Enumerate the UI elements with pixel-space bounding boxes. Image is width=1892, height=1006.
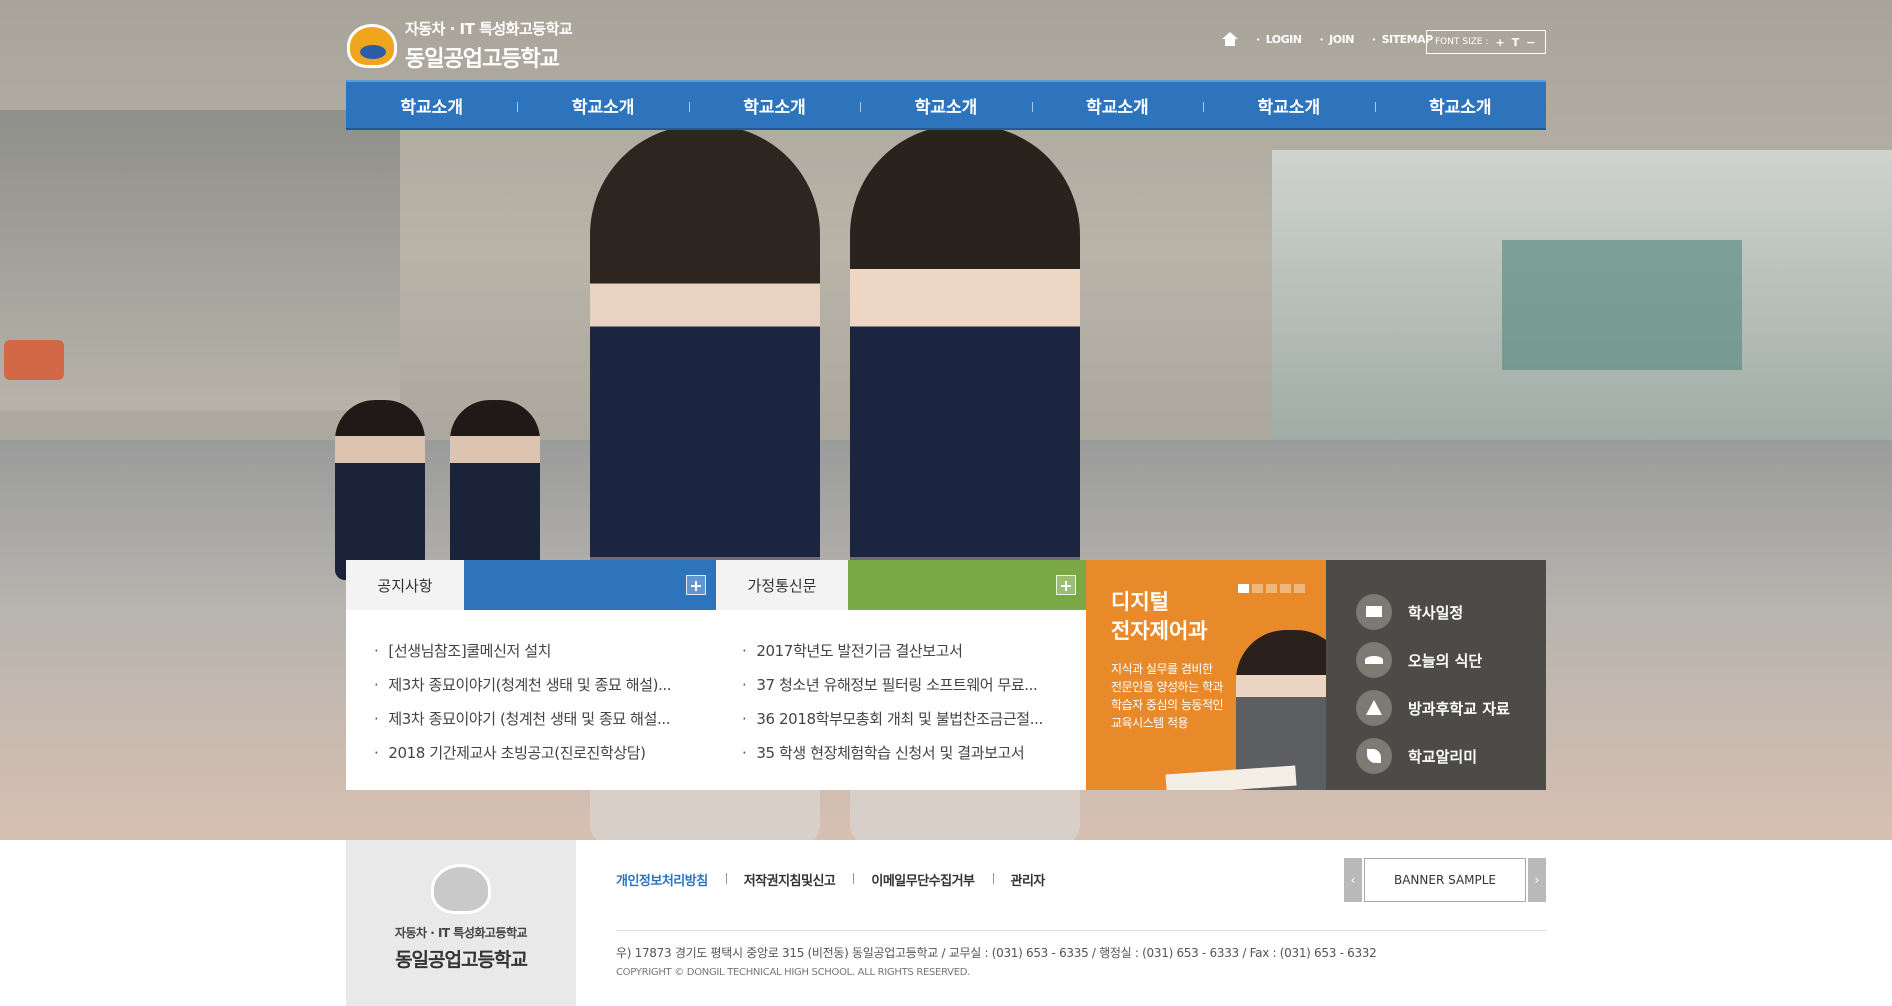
slide-indicator (1238, 584, 1305, 593)
site-logo[interactable]: 자동차 · IT 특성화고등학교 동일공업고등학교 (347, 18, 573, 73)
nav-item-6[interactable]: 학교소개 (1203, 82, 1374, 128)
footer-copyright: COPYRIGHT © DONGIL TECHNICAL HIGH SCHOOL… (616, 967, 971, 978)
logo-title: 동일공업고등학교 (405, 47, 560, 72)
footer-logo: 자동차 · IT 특성화고등학교 동일공업고등학교 (346, 840, 576, 1006)
promo-description: 지식과 실무를 겸비한 전문인을 양성하는 학과 학습자 중심의 능동적인 교육… (1111, 662, 1224, 730)
newsletter-more-plus-icon[interactable] (1056, 575, 1076, 595)
footer-address: 우) 17873 경기도 평택시 중앙로 315 (비전동) 동일공업고등학교 … (616, 946, 1377, 960)
background-student-2 (450, 400, 540, 580)
footer-links: 개인정보처리방침 저작권지침및신고 이메일무단수집거부 관리자 (616, 870, 1063, 889)
nav-item-2[interactable]: 학교소개 (517, 82, 688, 128)
join-link[interactable]: JOIN (1319, 33, 1354, 46)
newsletter-list: 2017학년도 발전기금 결산보고서 37 청소년 유해정보 필터링 소프트웨어… (742, 640, 1082, 776)
slide-dot[interactable] (1280, 584, 1291, 593)
school-emblem-icon (347, 23, 397, 68)
traffic-light (4, 340, 64, 380)
banner-next-button[interactable]: › (1528, 858, 1546, 902)
quick-link-label: 방과후학교 자료 (1408, 699, 1510, 718)
newsletter-tab-bar (848, 560, 1086, 610)
banner-prev-button[interactable]: ‹ (1344, 858, 1362, 902)
department-promo-banner[interactable]: 디지털 전자제어과 지식과 실무를 겸비한 전문인을 양성하는 학과 학습자 중… (1086, 560, 1326, 790)
background-glass-panel (1502, 240, 1742, 370)
slide-dot[interactable] (1266, 584, 1277, 593)
quick-link-academic-calendar[interactable]: 학사일정 (1326, 588, 1546, 636)
nav-item-3[interactable]: 학교소개 (688, 82, 860, 128)
admin-link[interactable]: 관리자 (992, 870, 1063, 889)
book-image (1165, 765, 1297, 790)
calendar-icon (1356, 594, 1392, 630)
nav-item-1[interactable]: 학교소개 (346, 82, 517, 128)
quick-link-school-info[interactable]: 학교알리미 (1326, 732, 1546, 780)
copyright-policy-link[interactable]: 저작권지침및신고 (725, 870, 854, 889)
list-item[interactable]: 35 학생 현장체험학습 신청서 및 결과보고서 (742, 742, 1082, 776)
logo-subtitle: 자동차 · IT 특성화고등학교 (405, 20, 573, 38)
notice-tab-bar (464, 560, 716, 610)
list-item[interactable]: [선생님참조]쿨메신저 설치 (374, 640, 694, 674)
list-item[interactable]: 37 청소년 유해정보 필터링 소프트웨어 무료... (742, 674, 1082, 708)
board-panel: 공지사항 가정통신문 [선생님참조]쿨메신저 설치 제3차 종묘이야기(청계천 … (346, 560, 1086, 790)
sitemap-link[interactable]: SITEMAP (1372, 33, 1434, 46)
tab-newsletter[interactable]: 가정통신문 (716, 560, 848, 610)
nav-item-7[interactable]: 학교소개 (1374, 82, 1546, 128)
nav-item-5[interactable]: 학교소개 (1031, 82, 1203, 128)
list-item[interactable]: 제3차 종묘이야기 (청계천 생태 및 종묘 해설... (374, 708, 694, 742)
home-icon[interactable] (1222, 32, 1238, 46)
slide-dot[interactable] (1238, 584, 1249, 593)
tab-notice[interactable]: 공지사항 (346, 560, 464, 610)
quick-link-meal[interactable]: 오늘의 식단 (1326, 636, 1546, 684)
login-link[interactable]: LOGIN (1256, 33, 1302, 46)
notice-list: [선생님참조]쿨메신저 설치 제3차 종묘이야기(청계천 생태 및 종묘 해설)… (374, 640, 694, 776)
slide-dot[interactable] (1252, 584, 1263, 593)
site-footer: 자동차 · IT 특성화고등학교 동일공업고등학교 개인정보처리방침 저작권지침… (0, 840, 1892, 1006)
flask-icon (1356, 690, 1392, 726)
font-decrease-button[interactable]: − (1526, 36, 1535, 49)
footer-logo-title: 동일공업고등학교 (395, 949, 528, 971)
footer-logo-subtitle: 자동차 · IT 특성화고등학교 (394, 926, 528, 940)
slide-dot[interactable] (1294, 584, 1305, 593)
leaf-icon (1356, 738, 1392, 774)
font-size-control: FONT SIZE : + T − (1426, 30, 1546, 54)
banner-item[interactable]: BANNER SAMPLE (1364, 858, 1526, 902)
font-size-label: FONT SIZE : (1435, 37, 1489, 47)
footer-emblem-icon (431, 864, 491, 914)
list-item[interactable]: 2018 기간제교사 초빙공고(진로진학상담) (374, 742, 694, 776)
banner-carousel: ‹ BANNER SAMPLE › (1344, 858, 1546, 904)
background-student-1 (335, 400, 425, 580)
promo-title: 디지털 전자제어과 (1111, 590, 1208, 643)
main-navigation: 학교소개 학교소개 학교소개 학교소개 학교소개 학교소개 학교소개 (346, 80, 1546, 130)
utility-menu: LOGIN JOIN SITEMAP (1222, 32, 1433, 46)
nav-item-4[interactable]: 학교소개 (860, 82, 1031, 128)
font-increase-button[interactable]: + (1495, 36, 1504, 49)
privacy-policy-link[interactable]: 개인정보처리방침 (616, 870, 726, 889)
quick-links-panel: 학사일정 오늘의 식단 방과후학교 자료 학교알리미 (1326, 560, 1546, 790)
meal-icon (1356, 642, 1392, 678)
quick-link-afterschool[interactable]: 방과후학교 자료 (1326, 684, 1546, 732)
quick-link-label: 학사일정 (1408, 603, 1464, 622)
notice-more-plus-icon[interactable] (686, 575, 706, 595)
list-item[interactable]: 2017학년도 발전기금 결산보고서 (742, 640, 1082, 674)
quick-link-label: 오늘의 식단 (1408, 651, 1483, 670)
email-refusal-link[interactable]: 이메일무단수집거부 (853, 870, 992, 889)
quick-link-label: 학교알리미 (1408, 747, 1478, 766)
list-item[interactable]: 제3차 종묘이야기(청계천 생태 및 종묘 해설)... (374, 674, 694, 708)
footer-divider (616, 930, 1546, 931)
list-item[interactable]: 36 2018학부모총회 개최 및 불법찬조금근절... (742, 708, 1082, 742)
font-reset-button[interactable]: T (1512, 36, 1520, 49)
